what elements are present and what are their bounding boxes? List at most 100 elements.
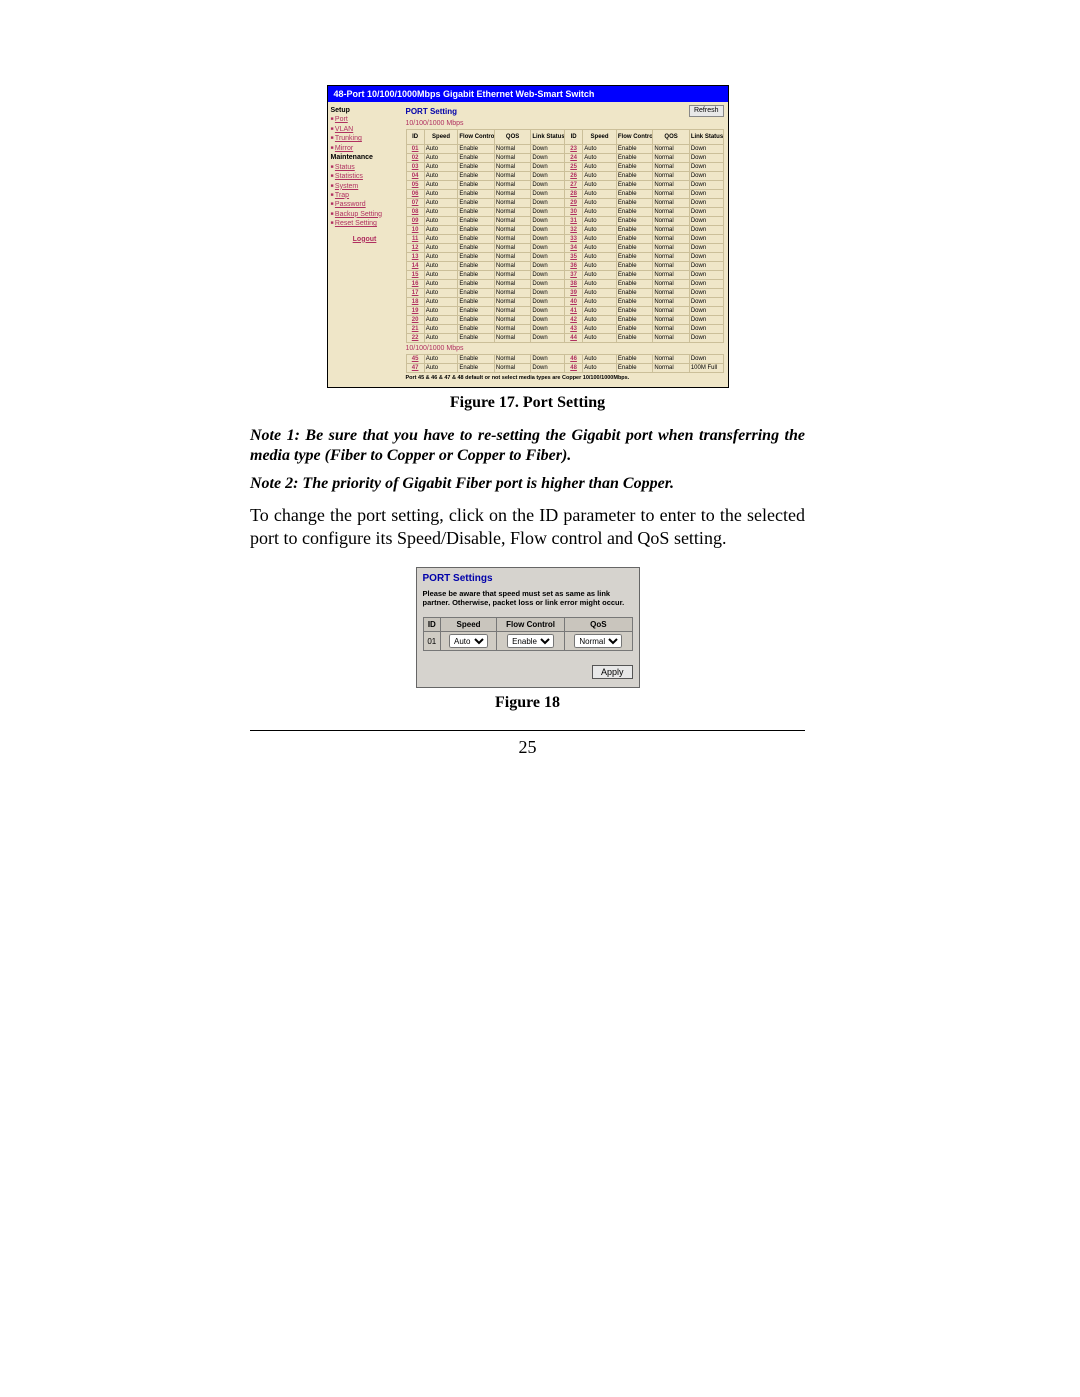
sidebar-item-link[interactable]: System — [335, 183, 358, 190]
apply-button[interactable]: Apply — [592, 665, 633, 679]
sidebar-item-link[interactable]: Statistics — [335, 173, 363, 180]
port-id-link[interactable]: 19 — [406, 307, 424, 316]
port-id-link[interactable]: 28 — [564, 190, 582, 199]
port-id-link[interactable]: 16 — [406, 280, 424, 289]
port-id-link[interactable]: 14 — [406, 262, 424, 271]
port-id-link[interactable]: 23 — [564, 145, 582, 154]
port-id-link[interactable]: 45 — [406, 355, 424, 364]
port-cell: Enable — [616, 235, 652, 244]
port-id-link[interactable]: 43 — [564, 325, 582, 334]
port-cell: Enable — [616, 325, 652, 334]
sidebar-item-link[interactable]: Backup Setting — [335, 211, 382, 218]
port-cell: Auto — [583, 226, 617, 235]
page-content: 48-Port 10/100/1000Mbps Gigabit Ethernet… — [250, 85, 805, 758]
port-id-link[interactable]: 01 — [406, 145, 424, 154]
port-id-link[interactable]: 32 — [564, 226, 582, 235]
sidebar-item-link[interactable]: Password — [335, 201, 366, 208]
port-id-link[interactable]: 22 — [406, 334, 424, 343]
port-id-link[interactable]: 25 — [564, 163, 582, 172]
port-row: 47AutoEnableNormalDown48AutoEnableNormal… — [406, 364, 723, 373]
port-id-link[interactable]: 37 — [564, 271, 582, 280]
port-id-link[interactable]: 27 — [564, 181, 582, 190]
port-cell: Down — [689, 325, 723, 334]
port-cell: Enable — [458, 244, 494, 253]
port-table-header: Speed — [424, 130, 458, 145]
port-id-link[interactable]: 33 — [564, 235, 582, 244]
port-id-link[interactable]: 47 — [406, 364, 424, 373]
sidebar-item-link[interactable]: Mirror — [335, 145, 353, 152]
port-cell: Normal — [653, 364, 689, 373]
sidebar-item[interactable]: Port — [331, 115, 399, 124]
port-row: 21AutoEnableNormalDown43AutoEnableNormal… — [406, 325, 723, 334]
port-id-link[interactable]: 30 — [564, 208, 582, 217]
port-id-link[interactable]: 35 — [564, 253, 582, 262]
port-cell: Down — [531, 280, 565, 289]
sidebar-item-link[interactable]: VLAN — [335, 126, 353, 133]
port-id-link[interactable]: 26 — [564, 172, 582, 181]
port-id-link[interactable]: 34 — [564, 244, 582, 253]
port-id-link[interactable]: 03 — [406, 163, 424, 172]
port-id-link[interactable]: 13 — [406, 253, 424, 262]
port-id-link[interactable]: 36 — [564, 262, 582, 271]
port-id-link[interactable]: 31 — [564, 217, 582, 226]
flow-control-select[interactable]: Enable — [507, 634, 554, 648]
port-row: 16AutoEnableNormalDown38AutoEnableNormal… — [406, 280, 723, 289]
sidebar-item-link[interactable]: Port — [335, 116, 348, 123]
sidebar-item[interactable]: Trunking — [331, 134, 399, 143]
port-id-link[interactable]: 39 — [564, 289, 582, 298]
port-id-link[interactable]: 38 — [564, 280, 582, 289]
sidebar-item-link[interactable]: Status — [335, 164, 355, 171]
port-id-link[interactable]: 48 — [564, 364, 582, 373]
port-id-link[interactable]: 06 — [406, 190, 424, 199]
sidebar-item[interactable]: Mirror — [331, 144, 399, 153]
sidebar-item[interactable]: Statistics — [331, 172, 399, 181]
sidebar-item[interactable]: System — [331, 182, 399, 191]
port-id-link[interactable]: 10 — [406, 226, 424, 235]
port-id-link[interactable]: 29 — [564, 199, 582, 208]
port-id-link[interactable]: 15 — [406, 271, 424, 280]
sidebar-item[interactable]: VLAN — [331, 125, 399, 134]
sidebar-item[interactable]: Backup Setting — [331, 210, 399, 219]
port-id-link[interactable]: 21 — [406, 325, 424, 334]
port-id-link[interactable]: 04 — [406, 172, 424, 181]
speed-select[interactable]: Auto — [449, 634, 488, 648]
port-id-link[interactable]: 12 — [406, 244, 424, 253]
sidebar-item-link[interactable]: Trunking — [335, 135, 362, 142]
sidebar-item-link[interactable]: Trap — [335, 192, 349, 199]
port-cell: Down — [689, 145, 723, 154]
port-id-link[interactable]: 40 — [564, 298, 582, 307]
port-cell: Normal — [494, 145, 530, 154]
panel-header-row: PORT Setting Refresh — [406, 105, 724, 117]
port-cell: Enable — [616, 280, 652, 289]
port-cell: Auto — [583, 280, 617, 289]
port-id-link[interactable]: 41 — [564, 307, 582, 316]
port-id-link[interactable]: 44 — [564, 334, 582, 343]
qos-select[interactable]: Normal — [574, 634, 622, 648]
port-cell: Enable — [458, 172, 494, 181]
figure-18-caption: Figure 18 — [250, 694, 805, 712]
port-id-link[interactable]: 05 — [406, 181, 424, 190]
port-cell: Auto — [583, 145, 617, 154]
port-id-link[interactable]: 02 — [406, 154, 424, 163]
sidebar-item[interactable]: Trap — [331, 191, 399, 200]
refresh-button[interactable]: Refresh — [689, 105, 724, 117]
port-cell: Auto — [424, 163, 458, 172]
port-id-link[interactable]: 18 — [406, 298, 424, 307]
sidebar-item[interactable]: Password — [331, 200, 399, 209]
port-id-link[interactable]: 46 — [564, 355, 582, 364]
port-id-link[interactable]: 42 — [564, 316, 582, 325]
port-id-link[interactable]: 17 — [406, 289, 424, 298]
port-id-link[interactable]: 20 — [406, 316, 424, 325]
port-id-link[interactable]: 09 — [406, 217, 424, 226]
port-id-link[interactable]: 08 — [406, 208, 424, 217]
port-row: 05AutoEnableNormalDown27AutoEnableNormal… — [406, 181, 723, 190]
sidebar-logout-link[interactable]: Logout — [331, 235, 399, 244]
port-cell: Enable — [616, 172, 652, 181]
sidebar-item-link[interactable]: Reset Setting — [335, 220, 377, 227]
port-id-link[interactable]: 24 — [564, 154, 582, 163]
port-id-link[interactable]: 07 — [406, 199, 424, 208]
port-cell: Auto — [424, 316, 458, 325]
sidebar-item[interactable]: Status — [331, 163, 399, 172]
port-id-link[interactable]: 11 — [406, 235, 424, 244]
sidebar-item[interactable]: Reset Setting — [331, 219, 399, 228]
